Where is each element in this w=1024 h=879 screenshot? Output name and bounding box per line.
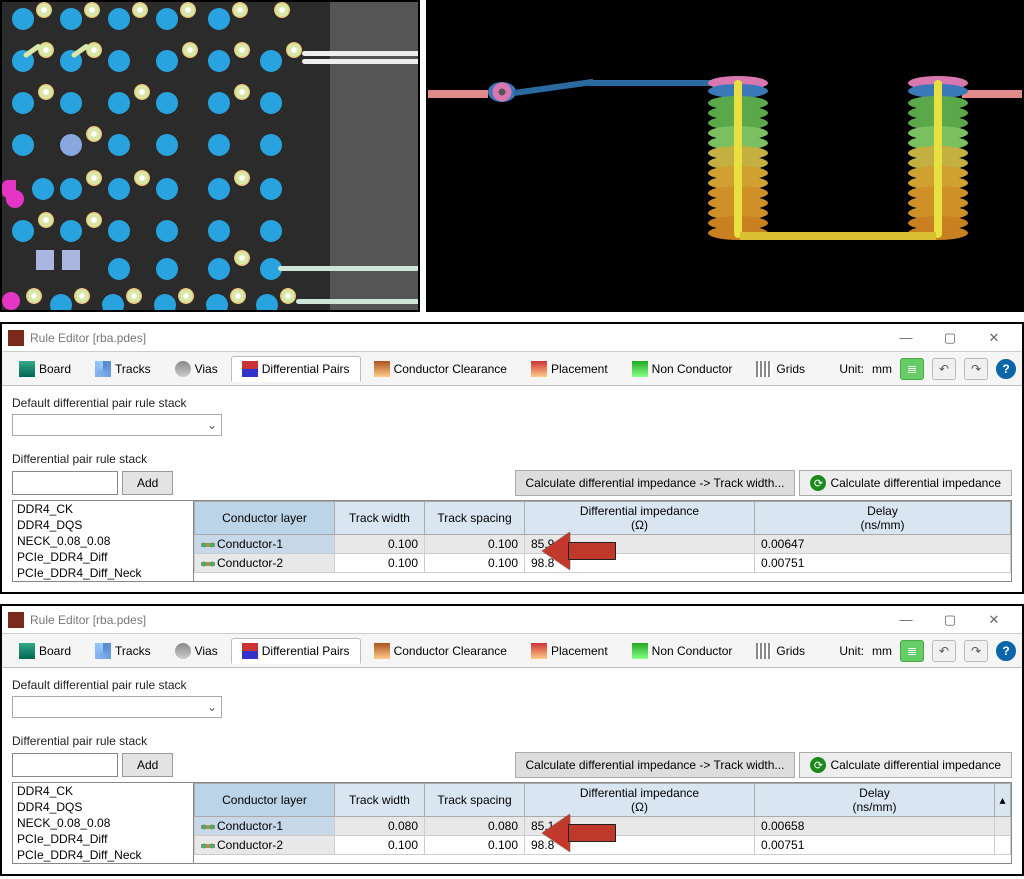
default-stack-label: Default differential pair rule stack bbox=[12, 678, 1012, 692]
col-layer[interactable]: Conductor layer bbox=[195, 784, 335, 817]
tab-tracks[interactable]: Tracks bbox=[84, 356, 162, 382]
stack-list[interactable]: DDR4_CKDDR4_DQSNECK_0.08_0.08PCIe_DDR4_D… bbox=[12, 500, 194, 582]
calc-track-width-button[interactable]: Calculate differential impedance -> Trac… bbox=[515, 470, 796, 496]
col-layer[interactable]: Conductor layer bbox=[195, 502, 335, 535]
stack-list-item[interactable]: PCIe_DDR4_Diff_Neck bbox=[13, 565, 193, 581]
tab-board[interactable]: Board bbox=[8, 638, 82, 664]
calc-impedance-button[interactable]: ⟳Calculate differential impedance bbox=[799, 470, 1012, 496]
tab-conductor-clearance[interactable]: Conductor Clearance bbox=[363, 638, 518, 664]
maximize-button[interactable]: ▢ bbox=[928, 325, 972, 351]
close-button[interactable]: ✕ bbox=[972, 325, 1016, 351]
col-impedance[interactable]: Differential impedance(Ω) bbox=[525, 502, 755, 535]
col-impedance[interactable]: Differential impedance(Ω) bbox=[525, 784, 755, 817]
minimize-button[interactable]: — bbox=[884, 607, 928, 633]
stack-list-item[interactable]: PCIe_DDR4_Diff bbox=[13, 831, 193, 847]
table-row[interactable]: Conductor-20.1000.10098.80.00751 bbox=[195, 554, 1011, 573]
stack-list-item[interactable]: DDR4_CK bbox=[13, 501, 193, 517]
help-button[interactable]: ? bbox=[996, 641, 1016, 661]
default-stack-label: Default differential pair rule stack bbox=[12, 396, 1012, 410]
titlebar: Rule Editor [rba.pdes] — ▢ ✕ bbox=[2, 606, 1022, 634]
redo-button[interactable]: ↷ bbox=[964, 640, 988, 662]
table-row[interactable]: Conductor-10.1000.10085.90.00647 bbox=[195, 535, 1011, 554]
tab-tracks[interactable]: Tracks bbox=[84, 638, 162, 664]
titlebar: Rule Editor [rba.pdes] — ▢ ✕ bbox=[2, 324, 1022, 352]
col-spacing[interactable]: Track spacing bbox=[425, 784, 525, 817]
rule-editor-window-2: Rule Editor [rba.pdes] — ▢ ✕ Board Track… bbox=[0, 604, 1024, 876]
unit-label: Unit: bbox=[839, 362, 864, 376]
scroll-up[interactable]: ▴ bbox=[995, 784, 1011, 817]
undo-button[interactable]: ↶ bbox=[932, 640, 956, 662]
tab-non-conductor[interactable]: Non Conductor bbox=[621, 638, 744, 664]
tab-grids[interactable]: Grids bbox=[745, 638, 816, 664]
unit-value: mm bbox=[872, 644, 892, 658]
window-title: Rule Editor [rba.pdes] bbox=[30, 613, 146, 627]
calc-track-width-button[interactable]: Calculate differential impedance -> Trac… bbox=[515, 752, 796, 778]
pcb-2d-view: // placeholder – actual pads drawn below… bbox=[0, 0, 420, 312]
stack-label: Differential pair rule stack bbox=[12, 734, 1012, 748]
maximize-button[interactable]: ▢ bbox=[928, 607, 972, 633]
tab-vias[interactable]: Vias bbox=[164, 638, 229, 664]
stack-name-input[interactable] bbox=[12, 753, 118, 777]
layer-stack-button[interactable]: ≣ bbox=[900, 640, 924, 662]
unit-value: mm bbox=[872, 362, 892, 376]
col-width[interactable]: Track width bbox=[335, 502, 425, 535]
default-stack-combo[interactable]: ⌄ bbox=[12, 696, 222, 718]
rule-editor-window-1: Rule Editor [rba.pdes] — ▢ ✕ Board Track… bbox=[0, 322, 1024, 594]
app-icon bbox=[8, 330, 24, 346]
tab-vias[interactable]: Vias bbox=[164, 356, 229, 382]
help-button[interactable]: ? bbox=[996, 359, 1016, 379]
col-width[interactable]: Track width bbox=[335, 784, 425, 817]
stack-list-item[interactable]: NECK_0.08_0.08 bbox=[13, 815, 193, 831]
stack-list-item[interactable]: PCIe_DDR4_Diff bbox=[13, 549, 193, 565]
tab-board[interactable]: Board bbox=[8, 356, 82, 382]
tab-placement[interactable]: Placement bbox=[520, 638, 619, 664]
layer-stack-button[interactable]: ≣ bbox=[900, 358, 924, 380]
stack-name-input[interactable] bbox=[12, 471, 118, 495]
col-spacing[interactable]: Track spacing bbox=[425, 502, 525, 535]
stack-list[interactable]: DDR4_CKDDR4_DQSNECK_0.08_0.08PCIe_DDR4_D… bbox=[12, 782, 194, 864]
pcb-3d-cross-section bbox=[426, 0, 1024, 312]
tab-grids[interactable]: Grids bbox=[745, 356, 816, 382]
tab-conductor-clearance[interactable]: Conductor Clearance bbox=[363, 356, 518, 382]
table-row[interactable]: Conductor-20.1000.10098.80.00751 bbox=[195, 836, 1011, 855]
unit-label: Unit: bbox=[839, 644, 864, 658]
redo-button[interactable]: ↷ bbox=[964, 358, 988, 380]
col-delay[interactable]: Delay(ns/mm) bbox=[755, 502, 1011, 535]
table-row[interactable]: Conductor-10.0800.08085.10.00658 bbox=[195, 817, 1011, 836]
toolbar: Board Tracks Vias Differential Pairs Con… bbox=[2, 634, 1022, 668]
stack-list-item[interactable]: NECK_0.08_0.08 bbox=[13, 533, 193, 549]
add-button[interactable]: Add bbox=[122, 753, 173, 777]
conductor-table: Conductor layer Track width Track spacin… bbox=[194, 782, 1012, 864]
close-button[interactable]: ✕ bbox=[972, 607, 1016, 633]
conductor-table: Conductor layer Track width Track spacin… bbox=[194, 500, 1012, 582]
stack-list-item[interactable]: PCIe_DDR4_Diff_Neck bbox=[13, 847, 193, 863]
window-title: Rule Editor [rba.pdes] bbox=[30, 331, 146, 345]
stack-list-item[interactable]: DDR4_CK bbox=[13, 783, 193, 799]
stack-label: Differential pair rule stack bbox=[12, 452, 1012, 466]
tab-differential-pairs[interactable]: Differential Pairs bbox=[231, 638, 361, 664]
tab-placement[interactable]: Placement bbox=[520, 356, 619, 382]
default-stack-combo[interactable]: ⌄ bbox=[12, 414, 222, 436]
toolbar: Board Tracks Vias Differential Pairs Con… bbox=[2, 352, 1022, 386]
tab-differential-pairs[interactable]: Differential Pairs bbox=[231, 356, 361, 382]
app-icon bbox=[8, 612, 24, 628]
tab-non-conductor[interactable]: Non Conductor bbox=[621, 356, 744, 382]
stack-list-item[interactable]: DDR4_DQS bbox=[13, 799, 193, 815]
undo-button[interactable]: ↶ bbox=[932, 358, 956, 380]
minimize-button[interactable]: — bbox=[884, 325, 928, 351]
col-delay[interactable]: Delay(ns/mm) bbox=[755, 784, 995, 817]
add-button[interactable]: Add bbox=[122, 471, 173, 495]
stack-list-item[interactable]: DDR4_DQS bbox=[13, 517, 193, 533]
calc-impedance-button[interactable]: ⟳Calculate differential impedance bbox=[799, 752, 1012, 778]
